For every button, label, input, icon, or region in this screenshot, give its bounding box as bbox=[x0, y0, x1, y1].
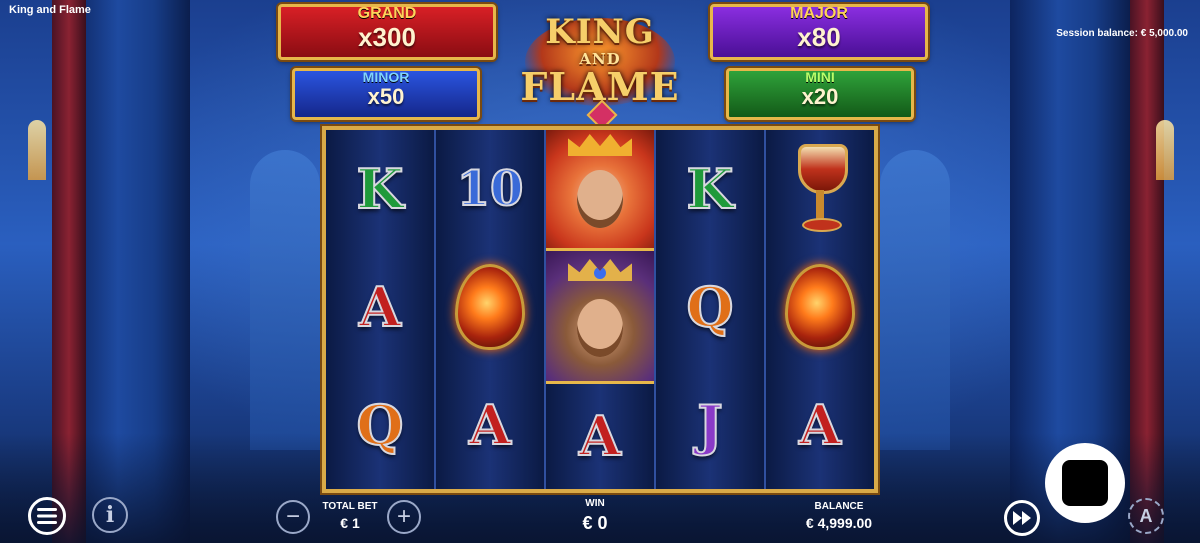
jackpot-mini-value: x20 bbox=[801, 84, 839, 109]
symbol-10: 10 bbox=[456, 160, 525, 218]
symbol-j: J bbox=[696, 392, 724, 458]
logo-line-king: KING bbox=[545, 12, 655, 52]
decrease-bet-button[interactable]: − bbox=[276, 500, 310, 534]
jackpot-major: MAJOR x80 bbox=[710, 4, 928, 60]
symbol-q: Q bbox=[685, 274, 734, 340]
symbol-q: Q bbox=[355, 392, 404, 458]
symbol-cell: K bbox=[656, 130, 764, 248]
fast-forward-icon bbox=[1013, 511, 1031, 525]
reel-grid: K A Q 10 A A K Q J A bbox=[322, 126, 878, 493]
balance-value: € 4,999.00 bbox=[805, 515, 873, 531]
jackpot-mini: MINI x20 bbox=[726, 68, 914, 120]
left-tower bbox=[250, 150, 320, 450]
castle-window bbox=[28, 120, 46, 180]
symbol-cell bbox=[766, 130, 874, 248]
queen-face bbox=[577, 170, 623, 228]
total-bet-label: TOTAL BET bbox=[322, 501, 378, 512]
game-title: King and Flame bbox=[9, 4, 91, 16]
stop-icon bbox=[1062, 460, 1108, 506]
balance-label: BALANCE bbox=[814, 501, 864, 512]
session-balance: Session balance: € 5,000.00 bbox=[1056, 28, 1188, 39]
info-button[interactable]: i bbox=[92, 497, 128, 533]
symbol-cell: K bbox=[326, 130, 434, 248]
hamburger-menu-icon bbox=[37, 508, 57, 524]
game-logo: KING AND FLAME bbox=[505, 8, 695, 131]
increase-bet-button[interactable]: + bbox=[387, 500, 421, 534]
goblet-icon bbox=[792, 144, 848, 234]
reel-5: A bbox=[766, 130, 874, 489]
symbol-a: A bbox=[578, 403, 622, 469]
turbo-button[interactable] bbox=[1004, 500, 1040, 536]
jackpot-grand: GRAND x300 bbox=[278, 4, 496, 60]
reel-1: K A Q bbox=[326, 130, 436, 489]
symbol-k: K bbox=[356, 156, 405, 222]
reel-3: A bbox=[546, 130, 656, 489]
symbol-cell: Q bbox=[656, 248, 764, 366]
king-wild-icon bbox=[546, 248, 654, 384]
king-crown-icon bbox=[568, 259, 632, 281]
win-value: € 0 bbox=[582, 513, 608, 533]
symbol-cell: A bbox=[326, 248, 434, 366]
queen-crown-icon bbox=[568, 134, 632, 156]
fire-egg-icon bbox=[785, 264, 855, 350]
symbol-cell: A bbox=[766, 366, 874, 484]
king-face bbox=[577, 299, 623, 357]
symbol-cell bbox=[766, 248, 874, 366]
jackpot-mini-label: MINI bbox=[805, 69, 835, 85]
jackpot-minor-value: x50 bbox=[367, 84, 405, 109]
stop-spin-button[interactable] bbox=[1045, 443, 1125, 523]
jackpot-major-value: x80 bbox=[797, 22, 841, 52]
menu-button[interactable] bbox=[28, 497, 66, 535]
symbol-a: A bbox=[798, 392, 842, 458]
symbol-cell: J bbox=[656, 366, 764, 484]
jackpot-grand-label: GRAND bbox=[357, 5, 417, 22]
symbol-cell: Q bbox=[326, 366, 434, 484]
symbol-k: K bbox=[686, 156, 735, 222]
symbol-a: A bbox=[468, 392, 512, 458]
fire-egg-icon bbox=[455, 264, 525, 350]
jackpot-minor-label: MINOR bbox=[362, 69, 410, 85]
queen-wild-icon bbox=[546, 130, 654, 248]
reel-4: K Q J bbox=[656, 130, 766, 489]
win-label: WIN bbox=[585, 498, 605, 509]
symbol-a: A bbox=[358, 274, 402, 340]
jackpot-grand-value: x300 bbox=[358, 22, 416, 52]
jackpot-minor: MINOR x50 bbox=[292, 68, 480, 120]
right-tower bbox=[880, 150, 950, 450]
symbol-cell: A bbox=[436, 366, 544, 484]
reel-2: 10 A bbox=[436, 130, 546, 489]
symbol-cell: 10 bbox=[436, 130, 544, 248]
symbol-cell: A bbox=[546, 378, 654, 493]
total-bet-value: € 1 bbox=[340, 515, 360, 531]
autoplay-button[interactable]: A bbox=[1128, 498, 1164, 534]
symbol-cell bbox=[436, 248, 544, 366]
jackpot-major-label: MAJOR bbox=[790, 5, 848, 22]
castle-window bbox=[1156, 120, 1174, 180]
